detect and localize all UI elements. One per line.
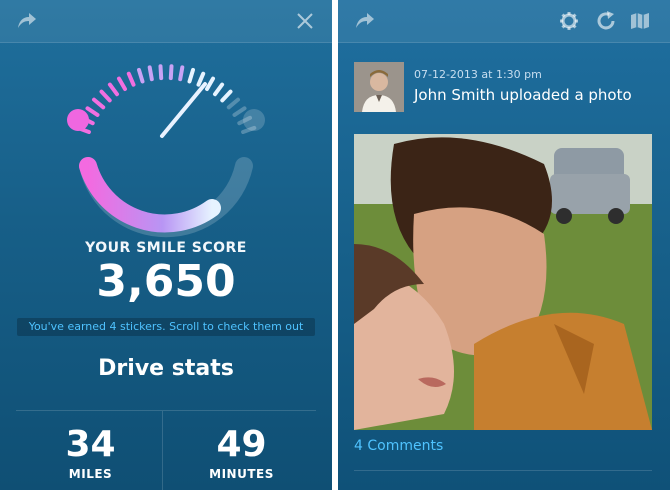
gauge-tick <box>187 67 195 84</box>
gauge-tick <box>85 106 100 117</box>
stat-minutes: 49 MINUTES <box>167 411 316 490</box>
share-arrow-icon[interactable] <box>16 11 38 31</box>
gauge-tick <box>117 76 127 91</box>
gauge-tick <box>99 89 112 103</box>
sticker-message[interactable]: You've earned 4 stickers. Scroll to chec… <box>17 318 315 336</box>
gauge-tick <box>196 71 206 87</box>
gauge-tick <box>226 97 240 110</box>
post-photo[interactable] <box>354 134 652 430</box>
drive-stats-title: Drive stats <box>98 356 234 381</box>
close-icon[interactable] <box>296 12 314 30</box>
post-title[interactable]: John Smith uploaded a photo <box>414 86 632 104</box>
post-timestamp: 07-12-2013 at 1:30 pm <box>414 68 542 81</box>
stat-value: 34 <box>65 424 116 465</box>
gauge-tick <box>168 64 174 81</box>
gauge-needle <box>160 82 207 138</box>
gauge-tick <box>158 64 164 81</box>
stat-miles: 34 MILES <box>16 411 165 490</box>
gauge-tick <box>107 82 119 97</box>
stat-unit: MILES <box>68 467 113 481</box>
share-arrow-icon[interactable] <box>354 11 376 31</box>
gauge-tick <box>126 71 136 87</box>
activity-feed-screen: 07-12-2013 at 1:30 pm John Smith uploade… <box>338 0 670 490</box>
gauge-end-dot <box>243 109 265 131</box>
post-header: 07-12-2013 at 1:30 pm John Smith uploade… <box>354 62 654 114</box>
divider <box>354 470 652 471</box>
smile-score-screen: YOUR SMILE SCORE 3,650 You've earned 4 s… <box>0 0 332 490</box>
stats-divider <box>162 411 163 490</box>
score-value: 3,650 <box>96 256 236 307</box>
score-label: YOUR SMILE SCORE <box>85 240 247 256</box>
map-icon[interactable] <box>630 12 650 30</box>
refresh-icon[interactable] <box>595 10 617 32</box>
stats-row: 34 MILES 49 MINUTES <box>16 410 316 490</box>
top-toolbar <box>338 0 670 43</box>
gauge-tick <box>92 97 106 110</box>
gauge-tick <box>178 65 185 82</box>
comments-link[interactable]: 4 Comments <box>354 438 443 454</box>
smile-gauge <box>0 40 332 240</box>
avatar[interactable] <box>354 62 404 112</box>
gauge-tick <box>213 82 225 97</box>
smile-arc <box>79 157 221 233</box>
gauge-tick <box>137 67 145 84</box>
stat-unit: MINUTES <box>209 467 274 481</box>
gauge-ticks <box>75 64 257 134</box>
gauge-tick <box>205 76 215 91</box>
top-toolbar <box>0 0 332 43</box>
gauge-tick <box>232 106 247 117</box>
gauge-tick <box>220 89 233 103</box>
stat-value: 49 <box>216 424 267 465</box>
gauge-start-dot <box>67 109 89 131</box>
gauge-tick <box>147 65 154 82</box>
gear-icon[interactable] <box>559 11 579 31</box>
